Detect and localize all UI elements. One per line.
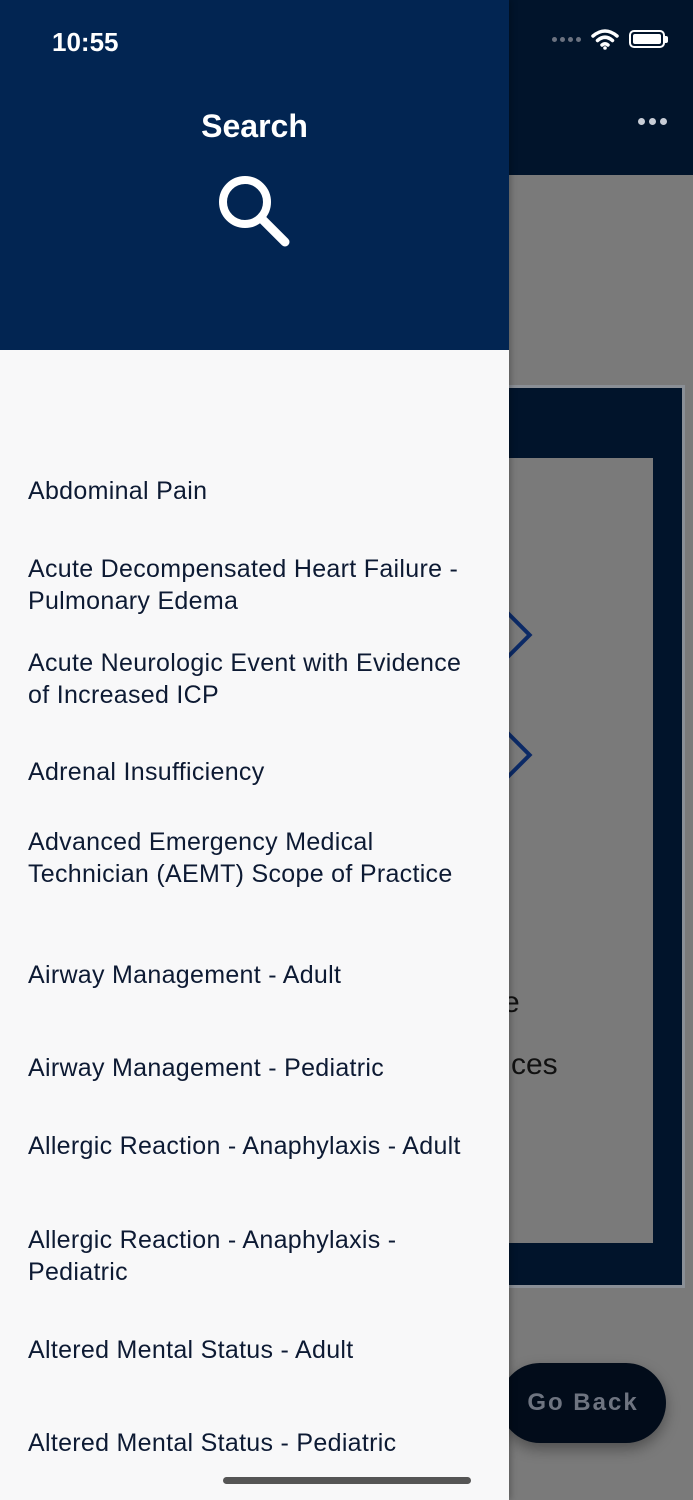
list-item[interactable]: Acute Neurologic Event with Evidence of … <box>28 647 488 711</box>
list-item[interactable]: Adrenal Insufficiency <box>28 756 488 788</box>
list-item[interactable]: Altered Mental Status - Pediatric <box>28 1427 488 1459</box>
list-item[interactable]: Acute Decompensated Heart Failure - Pulm… <box>28 553 488 617</box>
status-time: 10:55 <box>52 27 119 57</box>
list-item[interactable]: Allergic Reaction - Anaphylaxis - Adult <box>28 1130 488 1162</box>
search-drawer: 10:55 Search Abdominal Pain Acute Decomp… <box>0 0 509 1500</box>
battery-icon <box>629 30 668 48</box>
drawer-title: Search <box>201 108 308 144</box>
list-item[interactable]: Advanced Emergency Medical Technician (A… <box>28 826 488 890</box>
list-item[interactable]: Airway Management - Adult <box>28 959 488 991</box>
list-item[interactable]: Abdominal Pain <box>28 475 488 507</box>
status-icons <box>552 28 668 50</box>
home-indicator[interactable] <box>223 1477 471 1484</box>
more-icon[interactable] <box>638 118 667 125</box>
cellular-signal-icon <box>552 36 581 42</box>
wifi-icon <box>591 29 619 50</box>
drawer-header: 10:55 Search <box>0 0 509 350</box>
list-item[interactable]: Altered Mental Status - Adult <box>28 1334 488 1366</box>
list-item[interactable]: Allergic Reaction - Anaphylaxis - Pediat… <box>28 1224 488 1288</box>
search-icon[interactable] <box>213 172 293 252</box>
list-item[interactable]: Airway Management - Pediatric <box>28 1052 488 1084</box>
background-text-fragment: ces <box>511 1048 558 1081</box>
go-back-button[interactable]: Go Back <box>500 1363 666 1443</box>
